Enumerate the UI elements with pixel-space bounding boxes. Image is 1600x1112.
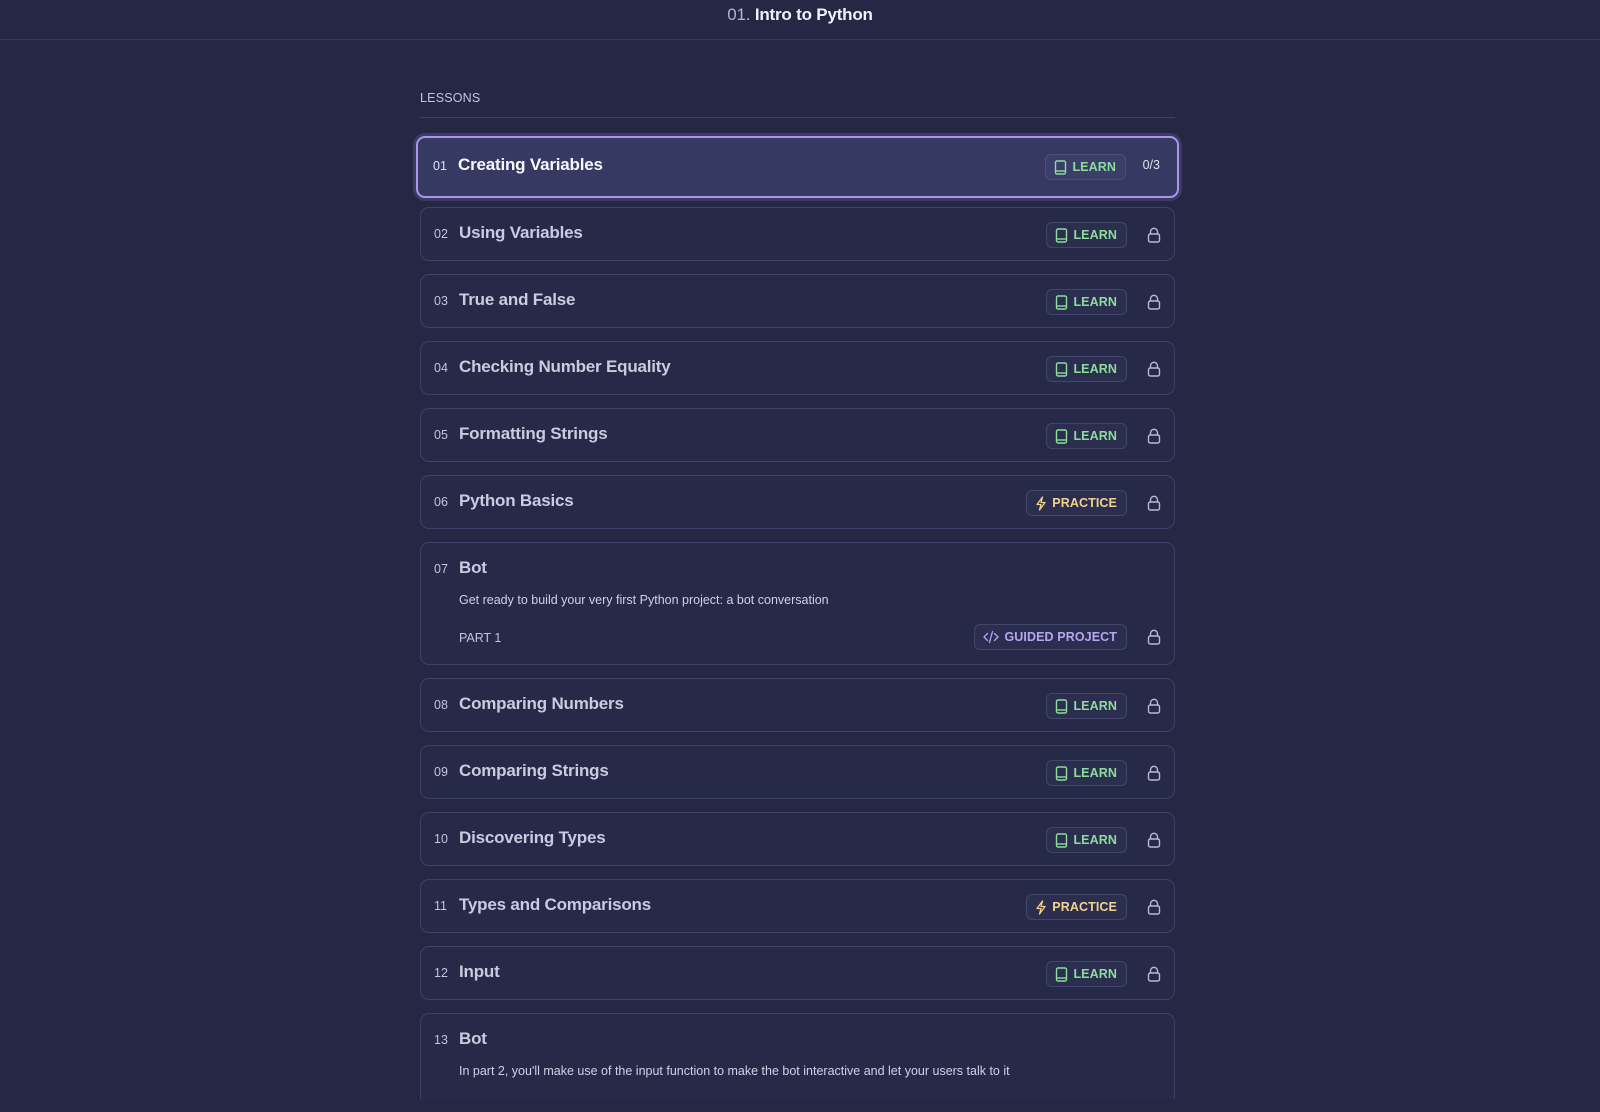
book-icon — [1056, 698, 1068, 714]
lock-icon — [1147, 428, 1161, 444]
lesson-item-03[interactable]: 03 True and False LEARN — [420, 274, 1175, 328]
lesson-item-07[interactable]: 07 Bot Get ready to build your very firs… — [420, 542, 1175, 665]
lock-icon — [1147, 361, 1161, 377]
lock-icon — [1147, 629, 1161, 645]
lesson-list: 01 Creating Variables LEARN 0/3 02 Using… — [416, 136, 1179, 1099]
badge-label: LEARN — [1073, 362, 1117, 376]
course-number: 01. — [727, 5, 751, 24]
lesson-number: 08 — [434, 698, 448, 712]
lesson-number: 12 — [434, 966, 448, 980]
lesson-item-12[interactable]: 12 Input LEARN — [420, 946, 1175, 1000]
badge-label: LEARN — [1073, 699, 1117, 713]
lesson-number: 05 — [434, 428, 448, 442]
lock-icon — [1147, 765, 1161, 781]
book-icon — [1056, 227, 1068, 243]
lesson-number: 07 — [434, 562, 448, 576]
lesson-title: Comparing Strings — [459, 761, 609, 780]
lesson-item-05[interactable]: 05 Formatting Strings LEARN — [420, 408, 1175, 462]
lesson-item-09[interactable]: 09 Comparing Strings LEARN — [420, 745, 1175, 799]
lock-icon — [1147, 495, 1161, 511]
lightning-icon — [1036, 495, 1046, 511]
lock-icon — [1147, 832, 1161, 848]
main-content: LESSONS 01 Creating Variables LEARN 0/3 … — [416, 40, 1179, 1112]
lesson-number: 02 — [434, 227, 448, 241]
lesson-title: Bot — [459, 1029, 487, 1048]
lesson-title: Comparing Numbers — [459, 694, 624, 713]
book-icon — [1056, 294, 1068, 310]
lesson-item-08[interactable]: 08 Comparing Numbers LEARN — [420, 678, 1175, 732]
lesson-item-04[interactable]: 04 Checking Number Equality LEARN — [420, 341, 1175, 395]
lesson-number: 03 — [434, 294, 448, 308]
lesson-title: Creating Variables — [458, 155, 603, 174]
badge-label: LEARN — [1072, 160, 1116, 174]
practice-badge: PRACTICE — [1026, 894, 1127, 920]
badge-label: LEARN — [1073, 967, 1117, 981]
lesson-progress: 0/3 — [1142, 158, 1160, 172]
badge-label: LEARN — [1073, 429, 1117, 443]
learn-badge: LEARN — [1045, 154, 1126, 180]
lock-icon — [1147, 294, 1161, 310]
learn-badge: LEARN — [1046, 961, 1127, 987]
learn-badge: LEARN — [1046, 693, 1127, 719]
badge-label: LEARN — [1073, 228, 1117, 242]
lightning-icon — [1036, 899, 1046, 915]
lesson-title: Types and Comparisons — [459, 895, 651, 914]
lesson-number: 13 — [434, 1033, 448, 1047]
book-icon — [1056, 428, 1068, 444]
lesson-item-13[interactable]: 13 Bot In part 2, you'll make use of the… — [420, 1013, 1175, 1099]
lesson-title: True and False — [459, 290, 576, 309]
badge-label: LEARN — [1073, 766, 1117, 780]
top-bar: 01. Intro to Python — [0, 0, 1600, 40]
lesson-title: Bot — [459, 558, 487, 577]
guided-project-badge: GUIDED PROJECT — [974, 624, 1127, 650]
lock-icon — [1147, 227, 1161, 243]
lesson-number: 06 — [434, 495, 448, 509]
lesson-title: Discovering Types — [459, 828, 606, 847]
badge-label: PRACTICE — [1052, 496, 1117, 510]
book-icon — [1056, 966, 1068, 982]
book-icon — [1056, 765, 1068, 781]
lesson-item-01[interactable]: 01 Creating Variables LEARN 0/3 — [416, 136, 1179, 198]
course-name: Intro to Python — [754, 5, 873, 24]
lesson-title: Checking Number Equality — [459, 357, 671, 376]
lesson-item-02[interactable]: 02 Using Variables LEARN — [420, 207, 1175, 261]
practice-badge: PRACTICE — [1026, 490, 1127, 516]
lesson-title: Using Variables — [459, 223, 583, 242]
badge-label: PRACTICE — [1052, 900, 1117, 914]
badge-label: LEARN — [1073, 295, 1117, 309]
book-icon — [1056, 832, 1068, 848]
badge-label: GUIDED PROJECT — [1004, 630, 1117, 644]
lesson-number: 04 — [434, 361, 448, 375]
lesson-title: Input — [459, 962, 500, 981]
lock-icon — [1147, 698, 1161, 714]
badge-label: LEARN — [1073, 833, 1117, 847]
course-title: 01. Intro to Python — [0, 5, 1600, 25]
lesson-title: Python Basics — [459, 491, 574, 510]
lesson-item-11[interactable]: 11 Types and Comparisons PRACTICE — [420, 879, 1175, 933]
learn-badge: LEARN — [1046, 827, 1127, 853]
lesson-item-06[interactable]: 06 Python Basics PRACTICE — [420, 475, 1175, 529]
lesson-description: In part 2, you'll make use of the input … — [459, 1064, 1010, 1078]
learn-badge: LEARN — [1046, 423, 1127, 449]
book-icon — [1055, 159, 1067, 175]
lesson-title: Formatting Strings — [459, 424, 608, 443]
lesson-number: 11 — [434, 899, 447, 913]
lesson-description: Get ready to build your very first Pytho… — [459, 593, 829, 607]
lesson-number: 10 — [434, 832, 448, 846]
learn-badge: LEARN — [1046, 222, 1127, 248]
learn-badge: LEARN — [1046, 289, 1127, 315]
learn-badge: LEARN — [1046, 760, 1127, 786]
lesson-item-10[interactable]: 10 Discovering Types LEARN — [420, 812, 1175, 866]
lesson-number: 01 — [433, 159, 447, 173]
code-icon — [983, 630, 1000, 644]
lessons-heading: LESSONS — [420, 91, 1175, 118]
lesson-number: 09 — [434, 765, 448, 779]
lock-icon — [1147, 966, 1161, 982]
lock-icon — [1147, 899, 1161, 915]
book-icon — [1056, 361, 1068, 377]
lesson-part: PART 1 — [459, 631, 502, 645]
learn-badge: LEARN — [1046, 356, 1127, 382]
